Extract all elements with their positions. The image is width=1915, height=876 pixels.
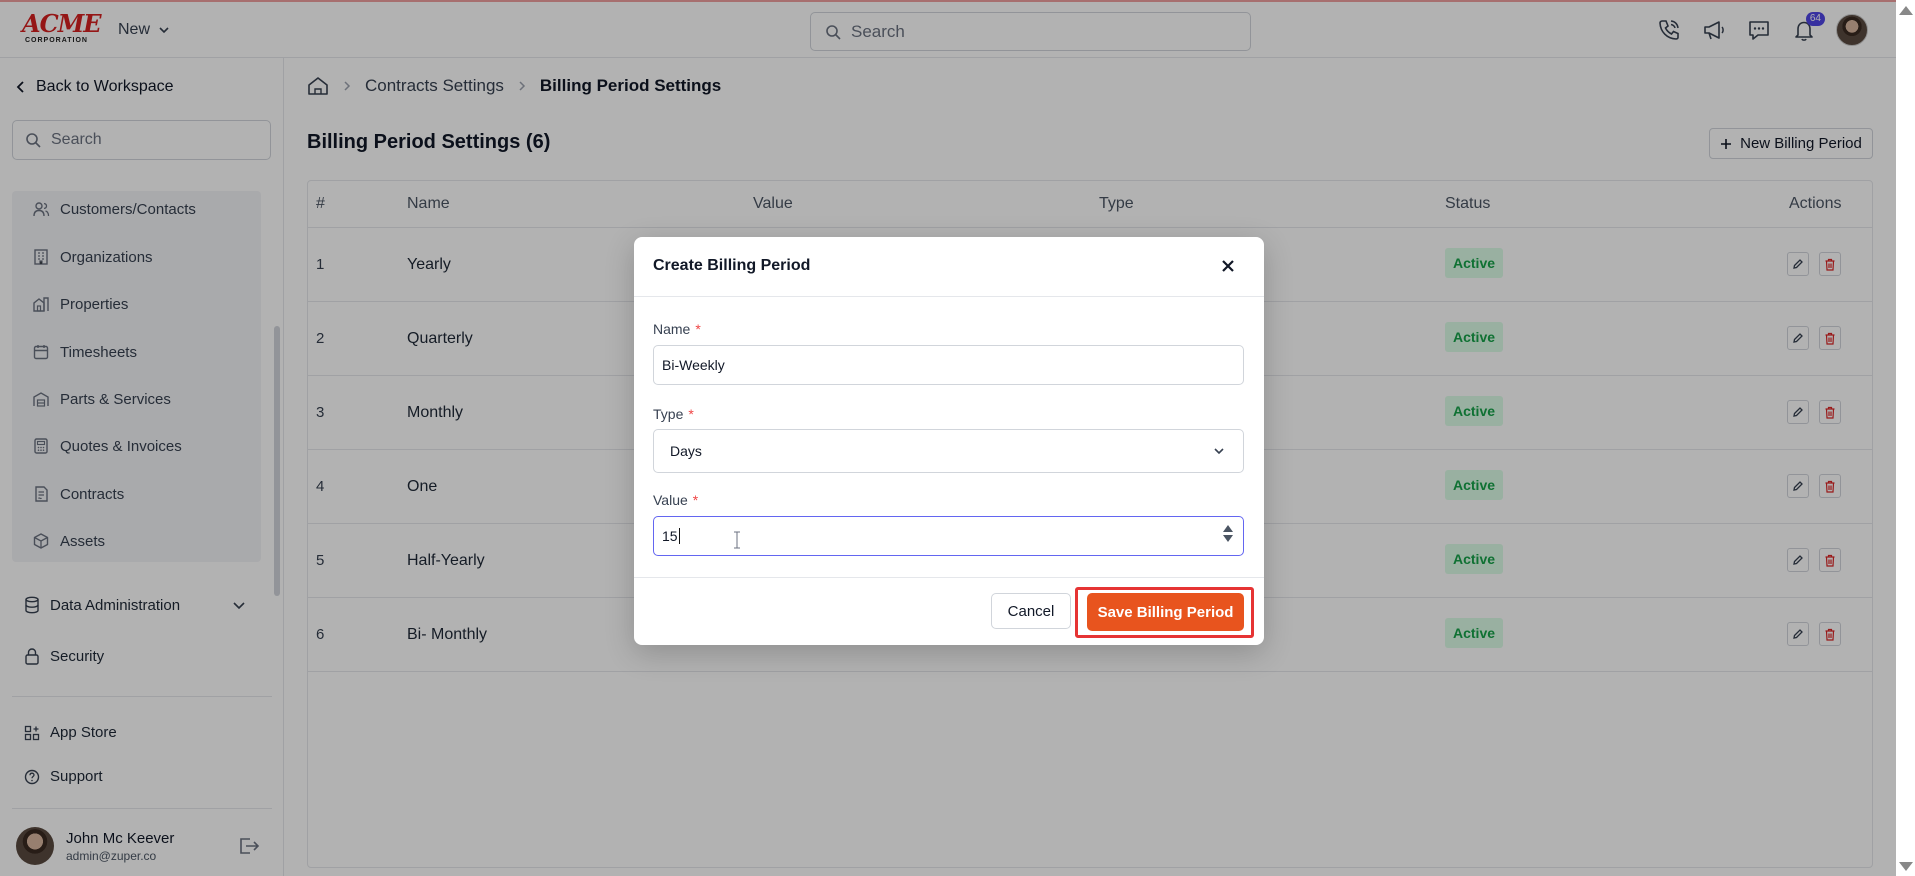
name-input[interactable]: Bi-Weekly — [653, 345, 1244, 385]
increment-arrow-icon[interactable] — [1223, 525, 1233, 532]
save-billing-period-button[interactable]: Save Billing Period — [1087, 593, 1244, 631]
name-field-label: Name * — [653, 321, 701, 337]
dialog-footer-divider — [634, 577, 1264, 578]
ibeam-cursor-icon — [733, 531, 741, 549]
value-number-input[interactable]: 15 — [653, 516, 1244, 556]
window-scroll-down-arrow[interactable] — [1899, 862, 1913, 871]
number-stepper[interactable] — [1223, 525, 1233, 542]
dialog-header-divider — [634, 296, 1264, 297]
required-mark: * — [695, 321, 701, 337]
dialog-title: Create Billing Period — [653, 257, 811, 274]
type-field-label: Type * — [653, 406, 694, 422]
name-label-text: Name — [653, 321, 691, 337]
text-caret — [678, 528, 680, 544]
type-label-text: Type — [653, 406, 684, 422]
cancel-button[interactable]: Cancel — [991, 593, 1071, 629]
value-label-text: Value — [653, 492, 688, 508]
create-billing-period-dialog: Create Billing Period Name * Bi-Weekly Ty… — [634, 237, 1264, 645]
value-field-label: Value * — [653, 492, 698, 508]
type-select[interactable]: Days — [653, 429, 1244, 473]
chevron-down-icon — [1213, 445, 1225, 457]
window-scroll-up-arrow[interactable] — [1899, 6, 1913, 15]
decrement-arrow-icon[interactable] — [1223, 535, 1233, 542]
required-mark: * — [692, 492, 699, 508]
name-input-value: Bi-Weekly — [662, 357, 725, 373]
type-select-value: Days — [670, 443, 702, 459]
close-icon[interactable] — [1219, 257, 1237, 275]
value-input-value: 15 — [662, 528, 678, 544]
required-mark: * — [688, 406, 694, 422]
